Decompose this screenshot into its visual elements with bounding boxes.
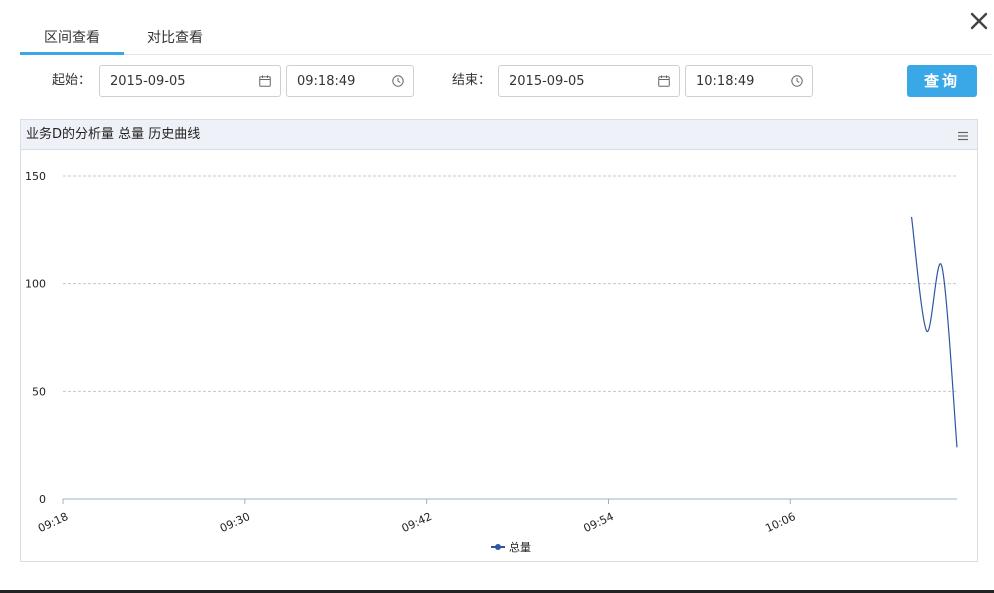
start-label: 起始： [52, 73, 92, 88]
end-label: 结束： [452, 73, 492, 88]
line-chart: 0 50 100 150 09:18 09:30 09:42 09:54 10:06 总量 [25, 170, 958, 554]
end-time-input[interactable] [696, 66, 786, 96]
clock-icon[interactable] [791, 75, 803, 87]
tab-range-view[interactable]: 区间查看 [20, 24, 124, 55]
x-tick-label: 09:18 [36, 510, 70, 535]
calendar-icon[interactable] [259, 75, 271, 87]
clock-icon[interactable] [392, 75, 404, 87]
y-tick-label: 100 [25, 278, 46, 291]
tab-compare-view[interactable]: 对比查看 [130, 24, 220, 55]
end-date-field[interactable] [498, 65, 680, 97]
calendar-icon[interactable] [658, 75, 670, 87]
end-date-input[interactable] [509, 66, 649, 96]
query-button[interactable]: 查询 [907, 65, 977, 97]
chart-panel: 业务D的分析量 总量 历史曲线 0 50 100 150 09:18 09:30 09:42… [20, 119, 978, 562]
x-tick-label: 09:54 [582, 510, 616, 535]
history-dialog: 区间查看 对比查看 起始： 结束： [0, 0, 994, 593]
series-line-0 [910, 216, 958, 448]
x-tick-label: 09:30 [218, 510, 252, 535]
start-date-field[interactable] [99, 65, 281, 97]
tab-bar: 区间查看 对比查看 [20, 24, 992, 55]
x-tick-label: 10:06 [763, 510, 797, 535]
end-time-field[interactable] [685, 65, 813, 97]
y-tick-label: 150 [25, 170, 46, 183]
x-tick-label: 09:42 [400, 510, 434, 535]
start-time-input[interactable] [297, 66, 387, 96]
legend-label: 总量 [509, 540, 531, 554]
start-time-field[interactable] [286, 65, 414, 97]
y-tick-label: 50 [32, 385, 46, 398]
y-tick-label: 0 [39, 493, 46, 506]
start-date-input[interactable] [110, 66, 250, 96]
legend-marker [495, 544, 501, 550]
